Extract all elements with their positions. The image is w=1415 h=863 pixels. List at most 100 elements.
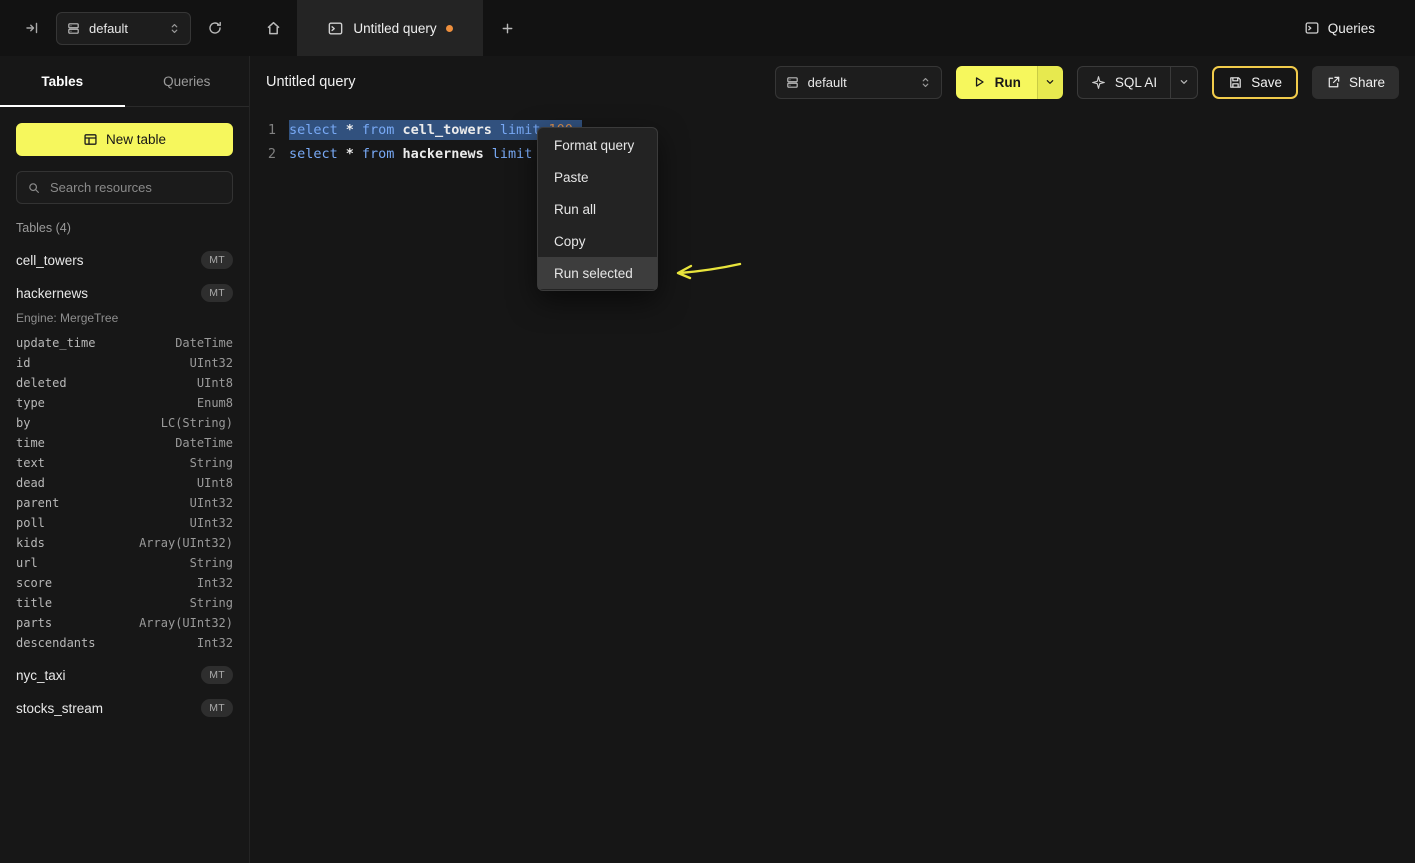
table-row-stocks-stream[interactable]: stocks_stream MT bbox=[16, 696, 233, 720]
search-box bbox=[16, 171, 233, 204]
sql-keyword: select bbox=[289, 146, 338, 162]
search-input[interactable] bbox=[48, 179, 222, 196]
column-type: Int32 bbox=[197, 636, 233, 650]
topbar: default Untitled query bbox=[0, 0, 1415, 56]
column-type: UInt32 bbox=[190, 356, 233, 370]
play-icon bbox=[972, 75, 986, 89]
column-row: id UInt32 bbox=[16, 353, 233, 373]
updown-chevrons-icon bbox=[919, 76, 932, 89]
column-type: DateTime bbox=[175, 336, 233, 350]
code-line-1: 1 select*fromcell_towerslimit100 bbox=[250, 118, 1415, 142]
column-name: time bbox=[16, 436, 45, 450]
column-name: text bbox=[16, 456, 45, 470]
new-table-button[interactable]: New table bbox=[16, 123, 233, 156]
tables-section-label: Tables (4) bbox=[16, 221, 233, 236]
annotation-arrow bbox=[660, 256, 760, 286]
table-icon bbox=[83, 132, 98, 147]
topbar-right: Queries bbox=[1304, 0, 1415, 56]
sql-ai-label: SQL AI bbox=[1115, 75, 1157, 90]
save-button[interactable]: Save bbox=[1212, 66, 1298, 99]
run-options-button[interactable] bbox=[1037, 66, 1063, 99]
column-type: String bbox=[190, 596, 233, 610]
column-type: String bbox=[190, 456, 233, 470]
share-button[interactable]: Share bbox=[1312, 66, 1399, 99]
column-name: update_time bbox=[16, 336, 95, 350]
refresh-icon bbox=[207, 20, 223, 36]
column-name: id bbox=[16, 356, 30, 370]
run-label: Run bbox=[995, 75, 1021, 90]
sidebar-tabs: Tables Queries bbox=[0, 56, 249, 107]
table-row-nyc-taxi[interactable]: nyc_taxi MT bbox=[16, 663, 233, 687]
database-selector[interactable]: default bbox=[56, 12, 191, 45]
refresh-button[interactable] bbox=[203, 16, 227, 40]
engine-badge: MT bbox=[201, 666, 233, 684]
query-database-value: default bbox=[808, 75, 911, 90]
column-row: partsArray(UInt32) bbox=[16, 613, 233, 633]
query-header: Untitled query default Run bbox=[250, 56, 1415, 108]
database-selector-value: default bbox=[89, 21, 160, 36]
line-number: 1 bbox=[267, 122, 276, 138]
sql-keyword: limit bbox=[500, 122, 541, 138]
queries-button[interactable]: Queries bbox=[1304, 20, 1375, 36]
sidebar-tab-queries[interactable]: Queries bbox=[125, 56, 250, 106]
menu-item-run-all[interactable]: Run all bbox=[538, 193, 657, 225]
column-row: update_time DateTime bbox=[16, 333, 233, 353]
collapse-sidebar-button[interactable] bbox=[20, 16, 44, 40]
column-name: score bbox=[16, 576, 52, 590]
engine-badge: MT bbox=[201, 699, 233, 717]
sql-ai-split-button: SQL AI bbox=[1077, 66, 1198, 99]
save-label: Save bbox=[1251, 75, 1282, 90]
queries-icon bbox=[1304, 20, 1320, 36]
column-name: type bbox=[16, 396, 45, 410]
sql-ai-button[interactable]: SQL AI bbox=[1078, 67, 1170, 98]
sql-table-name: cell_towers bbox=[402, 122, 491, 138]
column-row: timeDateTime bbox=[16, 433, 233, 453]
run-button[interactable]: Run bbox=[956, 66, 1037, 99]
menu-item-format-query[interactable]: Format query bbox=[538, 129, 657, 161]
column-name: kids bbox=[16, 536, 45, 550]
column-row: pollUInt32 bbox=[16, 513, 233, 533]
menu-item-paste[interactable]: Paste bbox=[538, 161, 657, 193]
tab-untitled-query[interactable]: Untitled query bbox=[297, 0, 483, 56]
share-label: Share bbox=[1349, 75, 1385, 90]
table-name: stocks_stream bbox=[16, 701, 103, 716]
column-name: descendants bbox=[16, 636, 95, 650]
column-row: text String bbox=[16, 453, 233, 473]
new-tab-button[interactable] bbox=[483, 0, 532, 56]
column-row: url String bbox=[16, 553, 233, 573]
menu-item-copy[interactable]: Copy bbox=[538, 225, 657, 257]
sql-ai-options-button[interactable] bbox=[1170, 67, 1197, 98]
sql-editor[interactable]: 1 select*fromcell_towerslimit100 2 selec… bbox=[250, 108, 1415, 166]
query-toolbar: default Run bbox=[775, 66, 1399, 99]
query-database-selector[interactable]: default bbox=[775, 66, 942, 99]
engine-label: Engine: MergeTree bbox=[16, 311, 233, 325]
table-row-hackernews[interactable]: hackernews MT bbox=[16, 281, 233, 305]
unsaved-dot bbox=[446, 25, 453, 32]
database-icon bbox=[785, 75, 800, 90]
sidebar: Tables Queries New table Tables (4) cell… bbox=[0, 56, 250, 863]
sidebar-tab-tables[interactable]: Tables bbox=[0, 56, 125, 106]
menu-item-run-selected[interactable]: Run selected bbox=[538, 257, 657, 289]
column-name: title bbox=[16, 596, 52, 610]
editor-context-menu: Format query Paste Run all Copy Run sele… bbox=[537, 127, 658, 291]
column-name: url bbox=[16, 556, 38, 570]
column-name: dead bbox=[16, 476, 45, 490]
line-number: 2 bbox=[267, 146, 276, 162]
column-type: Int32 bbox=[197, 576, 233, 590]
column-name: parts bbox=[16, 616, 52, 630]
column-type: UInt8 bbox=[197, 376, 233, 390]
share-icon bbox=[1326, 75, 1341, 90]
collapse-sidebar-icon bbox=[24, 20, 40, 36]
tab-home[interactable] bbox=[250, 0, 297, 56]
save-icon bbox=[1228, 75, 1243, 90]
sql-keyword: limit bbox=[492, 146, 533, 162]
column-row: kidsArray(UInt32) bbox=[16, 533, 233, 553]
table-row-cell-towers[interactable]: cell_towers MT bbox=[16, 248, 233, 272]
column-row: byLC(String) bbox=[16, 413, 233, 433]
queries-label: Queries bbox=[1328, 21, 1375, 36]
column-type: UInt32 bbox=[190, 516, 233, 530]
table-name: nyc_taxi bbox=[16, 668, 66, 683]
column-row: deadUInt8 bbox=[16, 473, 233, 493]
chevron-down-icon bbox=[1178, 76, 1190, 88]
column-type: String bbox=[190, 556, 233, 570]
